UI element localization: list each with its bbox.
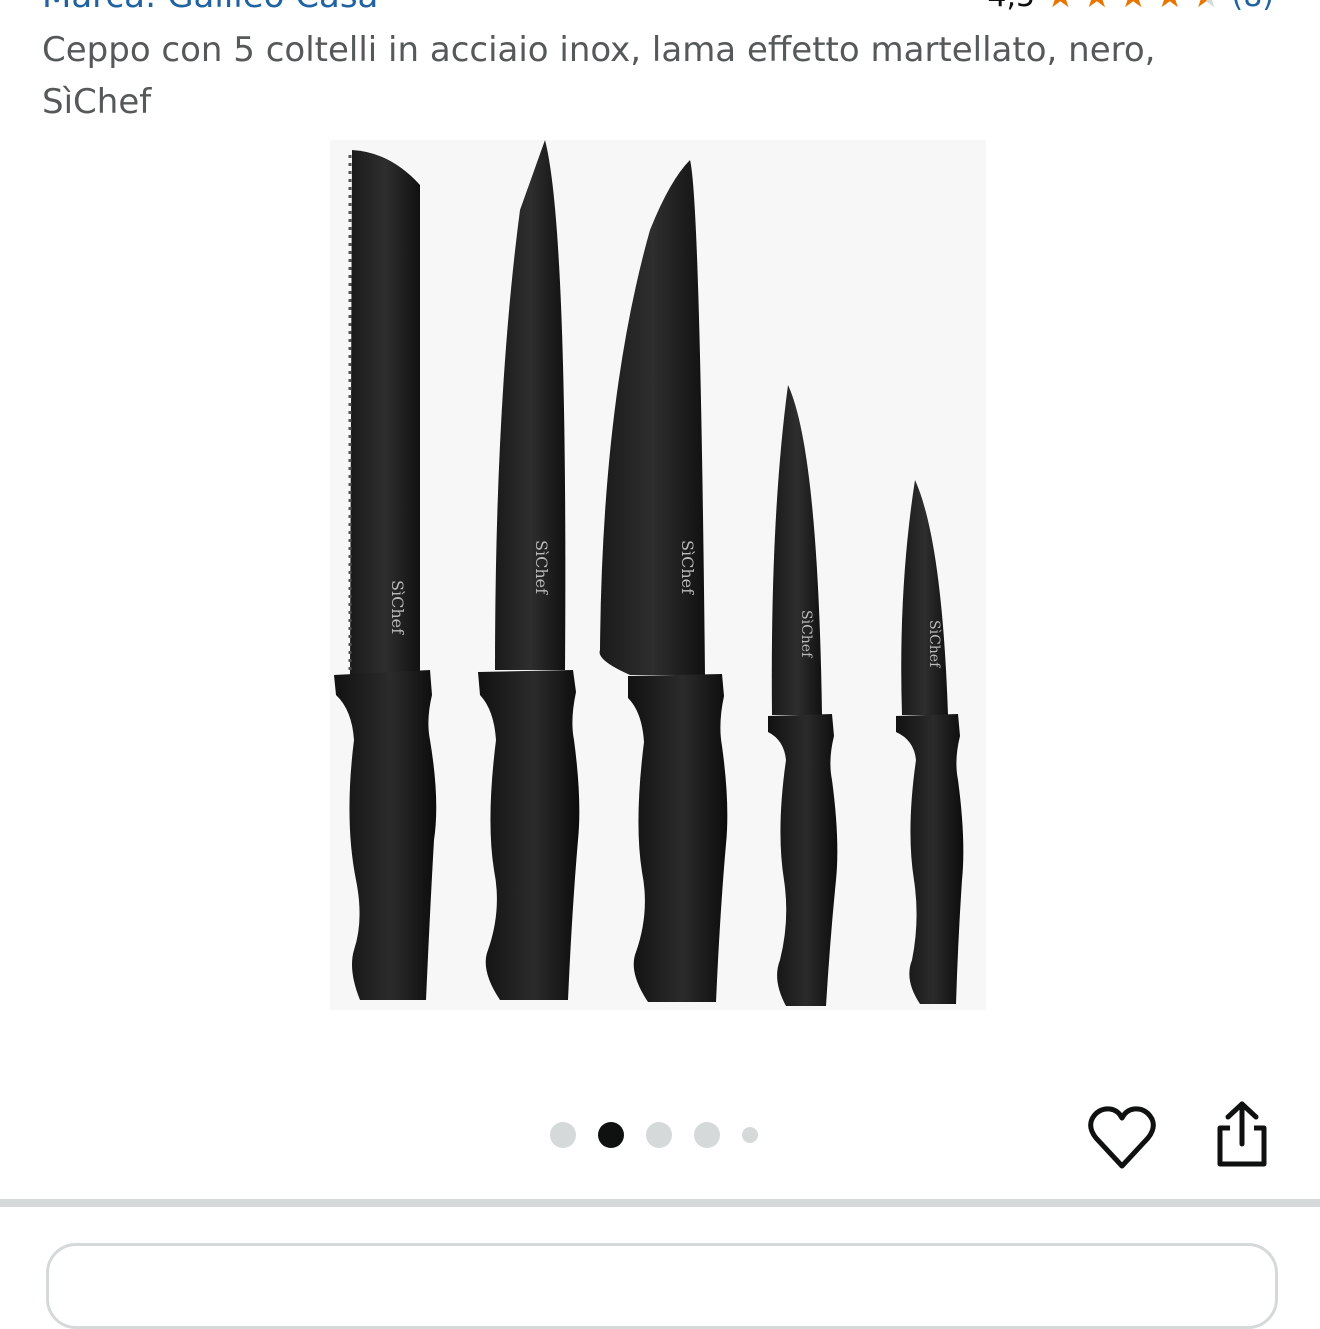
purchase-options-card	[46, 1243, 1278, 1329]
carousel-dot-3[interactable]	[646, 1122, 672, 1148]
heart-icon	[1088, 1106, 1156, 1169]
share-button[interactable]	[1210, 1100, 1274, 1170]
star-icon: ★	[1045, 0, 1075, 16]
rating-count[interactable]: (8)	[1232, 0, 1275, 14]
section-divider	[0, 1199, 1320, 1207]
product-title: Ceppo con 5 coltelli in acciaio inox, la…	[42, 30, 1156, 122]
star-icon: ★	[1155, 0, 1185, 16]
star-icon: ★	[1082, 0, 1112, 16]
star-icon: ★	[1191, 0, 1221, 16]
svg-text:SìChef: SìChef	[532, 540, 551, 595]
svg-text:SìChef: SìChef	[388, 580, 407, 635]
star-rating: ★ ★ ★ ★ ★	[1045, 0, 1221, 16]
svg-text:SìChef: SìChef	[798, 610, 814, 659]
product-image[interactable]: SìChef SìChef SìChef SìChef SìChef	[330, 140, 986, 1010]
brand-link[interactable]: Marca: Galileo Casa	[42, 0, 378, 16]
image-carousel-indicator	[550, 1122, 758, 1148]
brand-rating-row: Marca: Galileo Casa 4,5 ★ ★ ★ ★ ★ (8)	[0, 0, 1320, 20]
rating-summary[interactable]: 4,5 ★ ★ ★ ★ ★ (8)	[987, 0, 1274, 16]
carousel-dot-5[interactable]	[742, 1127, 758, 1143]
svg-text:SìChef: SìChef	[678, 540, 697, 595]
rating-value: 4,5	[987, 0, 1035, 14]
share-icon	[1217, 1101, 1267, 1167]
carousel-dot-2-active[interactable]	[598, 1122, 624, 1148]
svg-text:SìChef: SìChef	[926, 620, 942, 669]
wishlist-button[interactable]	[1088, 1104, 1156, 1172]
star-icon: ★	[1118, 0, 1148, 16]
carousel-dot-4[interactable]	[694, 1122, 720, 1148]
carousel-dot-1[interactable]	[550, 1122, 576, 1148]
